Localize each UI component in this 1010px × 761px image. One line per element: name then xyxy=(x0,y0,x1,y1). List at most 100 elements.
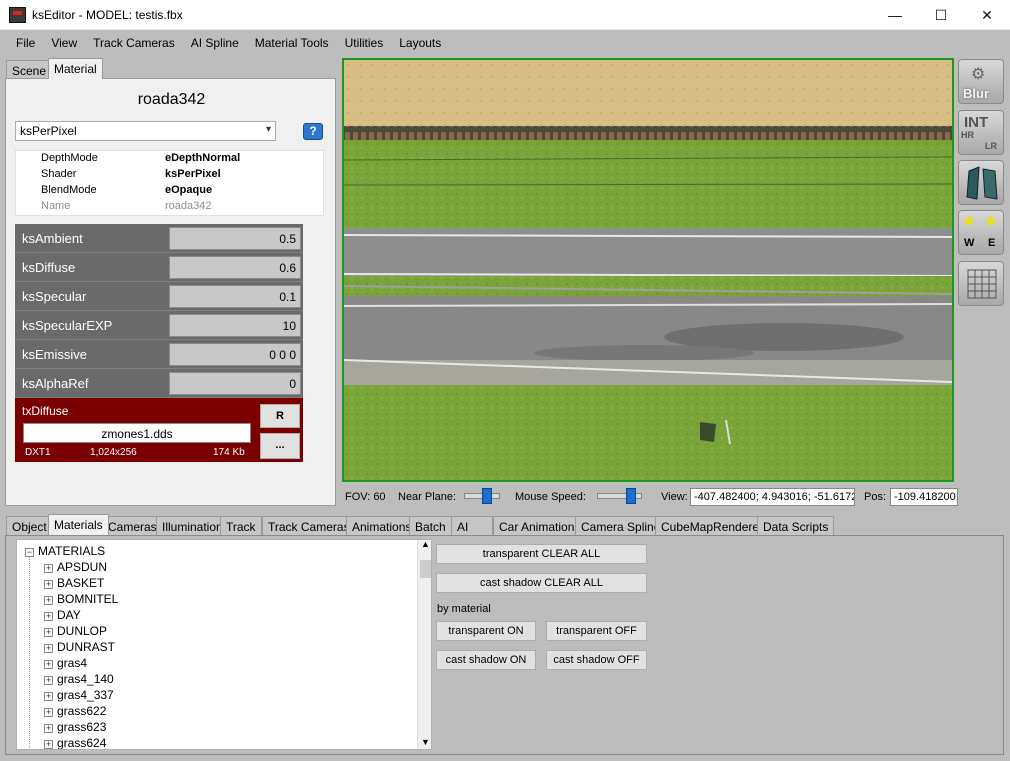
tree-item[interactable]: + APSDUN xyxy=(44,560,107,576)
tree-item-label: grass623 xyxy=(57,720,107,734)
tree-item[interactable]: + BASKET xyxy=(44,576,104,592)
tree-item[interactable]: + gras4_337 xyxy=(44,688,114,704)
tree-item-label: grass622 xyxy=(57,704,107,718)
tab-illumination[interactable]: Illumination xyxy=(156,516,229,535)
expand-icon[interactable]: + xyxy=(44,564,53,573)
tab-object[interactable]: Object xyxy=(6,516,53,535)
menu-view[interactable]: View xyxy=(43,36,85,50)
property-row[interactable]: BlendMode eOpaque xyxy=(16,183,325,199)
pos-coordinates-field[interactable]: -109.418200; xyxy=(890,488,958,506)
property-row[interactable]: Name roada342 xyxy=(16,199,325,215)
tab-cameras[interactable]: Cameras xyxy=(102,516,163,535)
tab-track[interactable]: Track xyxy=(220,516,262,535)
int-tool-button[interactable]: INT HR LR xyxy=(958,110,1004,155)
tree-scrollbar[interactable]: ▲ ▼ xyxy=(417,540,431,749)
we-tool-button[interactable]: ✸ ✸ W E xyxy=(958,210,1004,255)
param-value-input[interactable]: 0.6 xyxy=(169,256,301,279)
material-name-title: roada342 xyxy=(137,91,206,108)
texture-file-field[interactable]: zmones1.dds xyxy=(23,423,251,443)
help-icon[interactable]: ? xyxy=(303,123,323,140)
scrollbar-thumb[interactable] xyxy=(420,560,431,578)
expand-icon[interactable]: + xyxy=(44,660,53,669)
close-button[interactable]: ✕ xyxy=(964,0,1010,30)
tree-item[interactable]: + grass624 xyxy=(44,736,106,749)
tree-root[interactable]: − MATERIALS xyxy=(25,544,105,560)
expand-icon[interactable]: + xyxy=(44,628,53,637)
menu-track-cameras[interactable]: Track Cameras xyxy=(85,36,183,50)
cast-shadow-off-button[interactable]: cast shadow OFF xyxy=(546,650,647,670)
transparent-clear-all-button[interactable]: transparent CLEAR ALL xyxy=(436,544,647,564)
tab-data-scripts[interactable]: Data Scripts xyxy=(757,516,835,535)
property-row[interactable]: DepthMode eDepthNormal xyxy=(16,151,325,167)
tree-item[interactable]: + BOMNITEL xyxy=(44,592,118,608)
tree-item[interactable]: + DUNLOP xyxy=(44,624,107,640)
param-value-input[interactable]: 0 xyxy=(169,372,301,395)
maximize-button[interactable]: ☐ xyxy=(918,0,964,30)
tab-ai[interactable]: AI xyxy=(451,516,493,535)
tyre-tool-button[interactable] xyxy=(958,160,1004,205)
property-row[interactable]: Shader ksPerPixel xyxy=(16,167,325,183)
tree-item[interactable]: + grass623 xyxy=(44,720,107,736)
tab-materials[interactable]: Materials xyxy=(48,514,109,535)
menu-utilities[interactable]: Utilities xyxy=(337,36,392,50)
reload-texture-button[interactable]: R xyxy=(260,404,300,428)
texture-size: 174 Kb xyxy=(213,447,245,458)
materials-tree[interactable]: − MATERIALS + APSDUN + BASKET + BOMNITEL + D… xyxy=(16,539,432,750)
tab-track-cameras[interactable]: Track Cameras xyxy=(262,516,356,535)
transparent-off-button[interactable]: transparent OFF xyxy=(546,621,647,641)
material-panel: roada342 ksPerPixel ▾ ? DepthMode eDepth… xyxy=(5,78,336,506)
scroll-down-icon[interactable]: ▼ xyxy=(421,737,430,747)
param-value-input[interactable]: 0 0 0 xyxy=(169,343,301,366)
tab-car-animations[interactable]: Car Animations xyxy=(493,516,587,535)
tab-batch[interactable]: Batch xyxy=(409,516,452,535)
expand-icon[interactable]: + xyxy=(44,692,53,701)
param-row-ksambient: ksAmbient 0.5 xyxy=(15,224,303,253)
param-value-input[interactable]: 0.5 xyxy=(169,227,301,250)
texture-slot-label: txDiffuse xyxy=(22,404,69,418)
scroll-up-icon[interactable]: ▲ xyxy=(421,540,430,549)
expand-icon[interactable]: + xyxy=(44,644,53,653)
view-coordinates-field[interactable]: -407.482400; 4.943016; -51.6172 xyxy=(690,488,855,506)
browse-texture-button[interactable]: ... xyxy=(260,433,300,459)
tab-camera-spline[interactable]: Camera Spline xyxy=(575,516,667,535)
tree-item[interactable]: + gras4_140 xyxy=(44,672,114,688)
near-plane-slider[interactable] xyxy=(464,488,500,504)
tree-item[interactable]: + DUNRAST xyxy=(44,640,115,656)
collapse-icon[interactable]: − xyxy=(25,548,34,557)
expand-icon[interactable]: + xyxy=(44,580,53,589)
blur-tool-button[interactable]: ⚙ Blur xyxy=(958,59,1004,104)
expand-icon[interactable]: + xyxy=(44,676,53,685)
menu-file[interactable]: File xyxy=(8,36,43,50)
tab-cubemaprenderer[interactable]: CubeMapRenderer xyxy=(655,516,770,535)
expand-icon[interactable]: + xyxy=(44,724,53,733)
tree-item[interactable]: + grass622 xyxy=(44,704,107,720)
tab-material[interactable]: Material xyxy=(48,58,103,79)
property-key: DepthMode xyxy=(41,152,98,164)
tab-scene[interactable]: Scene xyxy=(6,60,53,79)
grid-tool-button[interactable] xyxy=(958,261,1004,306)
transparent-on-button[interactable]: transparent ON xyxy=(436,621,536,641)
menu-material-tools[interactable]: Material Tools xyxy=(247,36,337,50)
mouse-speed-slider-thumb[interactable] xyxy=(626,488,636,504)
expand-icon[interactable]: + xyxy=(44,708,53,717)
tab-animations[interactable]: Animations xyxy=(346,516,418,535)
expand-icon[interactable]: + xyxy=(44,596,53,605)
tree-item[interactable]: + gras4 xyxy=(44,656,87,672)
param-label: ksAmbient xyxy=(22,231,83,246)
cast-shadow-on-button[interactable]: cast shadow ON xyxy=(436,650,536,670)
expand-icon[interactable]: + xyxy=(44,612,53,621)
near-plane-slider-thumb[interactable] xyxy=(482,488,492,504)
param-value-input[interactable]: 0.1 xyxy=(169,285,301,308)
menu-ai-spline[interactable]: AI Spline xyxy=(183,36,247,50)
3d-viewport[interactable] xyxy=(342,58,954,482)
property-value: eOpaque xyxy=(165,184,213,196)
param-value-input[interactable]: 10 xyxy=(169,314,301,337)
mouse-speed-slider[interactable] xyxy=(597,488,642,504)
cast-shadow-clear-all-button[interactable]: cast shadow CLEAR ALL xyxy=(436,573,647,593)
expand-icon[interactable]: + xyxy=(44,740,53,749)
tree-item[interactable]: + DAY xyxy=(44,608,81,624)
menu-layouts[interactable]: Layouts xyxy=(391,36,449,50)
shader-select[interactable]: ksPerPixel ▾ xyxy=(15,121,276,141)
minimize-button[interactable]: — xyxy=(872,0,918,30)
texture-format: DXT1 xyxy=(25,447,51,458)
